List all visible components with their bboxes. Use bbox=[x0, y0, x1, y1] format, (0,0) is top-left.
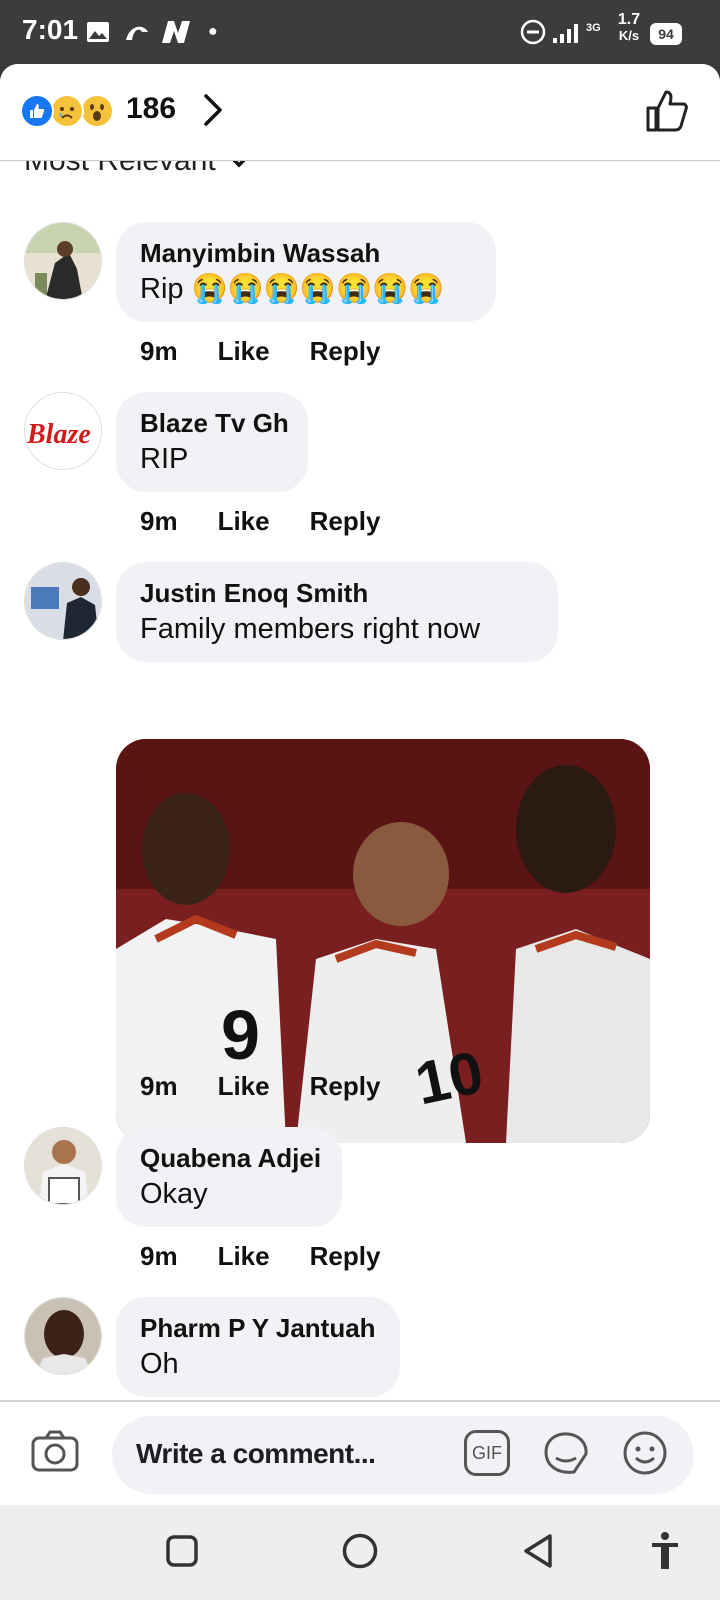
like-post-button[interactable] bbox=[644, 88, 690, 134]
avatar[interactable] bbox=[24, 1297, 102, 1375]
like-link[interactable]: Like bbox=[218, 1241, 270, 1272]
comment-time: 9m bbox=[140, 336, 178, 366]
recent-apps-button[interactable] bbox=[166, 1535, 198, 1572]
reply-link[interactable]: Reply bbox=[310, 506, 381, 537]
comment-actions: 9m Like Reply bbox=[140, 1241, 380, 1272]
signal-icon bbox=[552, 18, 582, 46]
network-type: 3G bbox=[586, 22, 601, 34]
comments-sheet: 186 Most Relevant Manyimbin Wassah Rip 😭… bbox=[0, 64, 720, 1505]
comment-placeholder: Write a comment... bbox=[136, 1438, 376, 1469]
comment-text: RIP bbox=[140, 443, 189, 475]
emoji-icon[interactable] bbox=[622, 1430, 668, 1481]
news-app-icon bbox=[160, 18, 192, 46]
gif-button[interactable]: GIF bbox=[464, 1430, 510, 1476]
status-bar: 7:01 ● 3G 1.7 K/s 94 bbox=[0, 0, 720, 64]
avatar[interactable] bbox=[24, 1127, 102, 1205]
speed-value: 1.7 bbox=[617, 11, 641, 28]
like-reaction-icon bbox=[20, 94, 54, 128]
avatar[interactable]: Blaze bbox=[24, 392, 102, 470]
comment-text: Family members right now bbox=[140, 613, 481, 645]
sad-reaction-icon bbox=[50, 94, 84, 128]
comment-text: Okay bbox=[140, 1178, 208, 1210]
avatar[interactable] bbox=[24, 222, 102, 300]
comment-text: Rip 😭😭😭😭😭😭😭 bbox=[140, 273, 445, 305]
comment-actions: 9m Like Reply bbox=[140, 336, 380, 367]
reactions-bar[interactable]: 186 bbox=[0, 64, 720, 161]
comment-bubble: Justin Enoq Smith Family members right n… bbox=[116, 562, 558, 662]
like-link[interactable]: Like bbox=[218, 506, 270, 537]
like-link[interactable]: Like bbox=[218, 336, 270, 367]
network-speed: 1.7 K/s bbox=[612, 12, 646, 44]
comment-time: 9m bbox=[140, 1071, 178, 1101]
wow-reaction-icon bbox=[80, 94, 114, 128]
comment-time: 9m bbox=[140, 1241, 178, 1271]
avatar[interactable] bbox=[24, 562, 102, 640]
speed-unit: K/s bbox=[618, 28, 640, 43]
battery-icon: 94 bbox=[650, 20, 682, 48]
comment-bubble: Blaze Tv Gh RIP bbox=[116, 392, 308, 492]
commenter-name[interactable]: Quabena Adjei bbox=[140, 1141, 321, 1175]
svg-text:9: 9 bbox=[221, 996, 260, 1074]
camera-icon[interactable] bbox=[30, 1428, 80, 1479]
status-time: 7:01 bbox=[22, 14, 79, 45]
reaction-count: 186 bbox=[126, 92, 177, 125]
svg-text:10: 10 bbox=[410, 1038, 489, 1117]
comment-input[interactable]: Write a comment... GIF bbox=[112, 1416, 694, 1494]
system-nav-bar bbox=[0, 1505, 720, 1600]
svg-text:Blaze: Blaze bbox=[26, 419, 91, 450]
commenter-name[interactable]: Blaze Tv Gh bbox=[140, 406, 289, 440]
accessibility-icon[interactable] bbox=[650, 1531, 680, 1576]
reply-link[interactable]: Reply bbox=[310, 1071, 381, 1102]
comment-actions: 9m Like Reply bbox=[140, 506, 380, 537]
back-button[interactable] bbox=[522, 1533, 554, 1574]
chevron-right-icon[interactable] bbox=[198, 92, 228, 128]
comment-time: 9m bbox=[140, 506, 178, 536]
battery-level: 94 bbox=[650, 23, 682, 45]
comment-bubble: Quabena Adjei Okay bbox=[116, 1127, 342, 1227]
home-button[interactable] bbox=[342, 1533, 378, 1574]
reply-link[interactable]: Reply bbox=[310, 336, 381, 367]
like-link[interactable]: Like bbox=[218, 1071, 270, 1102]
do-not-disturb-icon bbox=[520, 18, 546, 46]
gallery-icon bbox=[86, 18, 110, 46]
comment-composer: Write a comment... GIF bbox=[0, 1400, 720, 1507]
commenter-name[interactable]: Manyimbin Wassah bbox=[140, 236, 472, 270]
sticker-icon[interactable] bbox=[542, 1430, 590, 1481]
comment-bubble: Pharm P Y Jantuah Oh bbox=[116, 1297, 400, 1397]
commenter-name[interactable]: Justin Enoq Smith bbox=[140, 576, 534, 610]
comment-text: Oh bbox=[140, 1348, 179, 1380]
commenter-name[interactable]: Pharm P Y Jantuah bbox=[140, 1311, 376, 1345]
app-notification-icon bbox=[122, 18, 152, 46]
comment-bubble: Manyimbin Wassah Rip 😭😭😭😭😭😭😭 bbox=[116, 222, 496, 322]
more-notifications-dot-icon: ● bbox=[208, 23, 218, 40]
comment-actions: 9m Like Reply bbox=[140, 1071, 380, 1102]
reply-link[interactable]: Reply bbox=[310, 1241, 381, 1272]
gif-label: GIF bbox=[472, 1442, 502, 1463]
